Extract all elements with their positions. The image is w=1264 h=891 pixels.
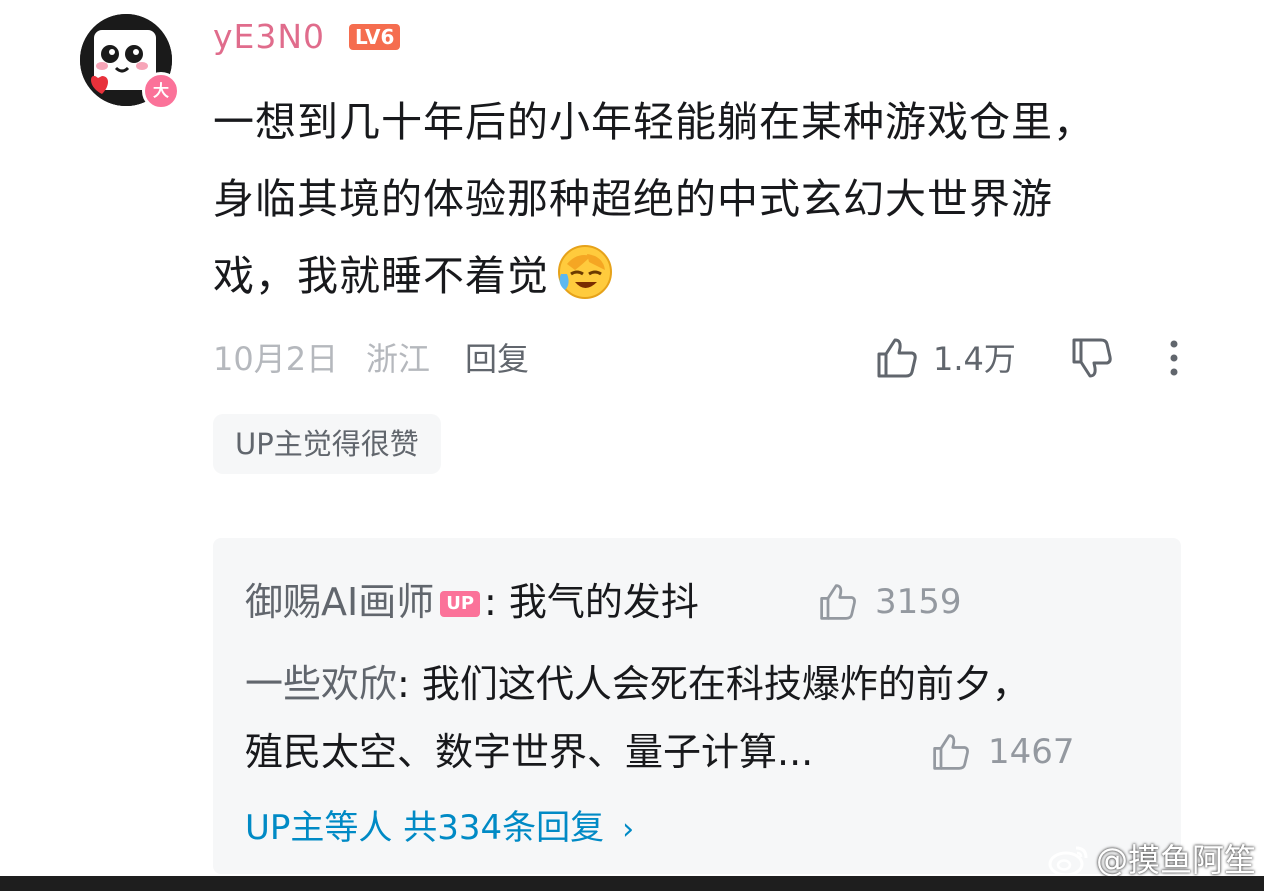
thumbs-up-icon	[820, 584, 856, 620]
thumbs-up-icon	[877, 338, 917, 378]
sub-reply: 一些欢欣: 我们这代人会死在科技爆炸的前夕，	[245, 656, 1030, 712]
sub-reply-like-count: 3159	[875, 582, 962, 622]
up-liked-tag: UP主觉得很赞	[213, 414, 441, 474]
level-badge: LV6	[349, 24, 401, 50]
comment-date: 10月2日	[213, 340, 339, 378]
sub-reply-text-line-1: 我们这代人会死在科技爆炸的前夕，	[421, 662, 1030, 706]
comment-line-3-text: 戏，我就睡不着觉	[213, 252, 549, 300]
comment-line-1: 一想到几十年后的小年轻能躺在某种游戏仓里，	[213, 98, 1095, 146]
sub-reply-like-count: 1467	[988, 732, 1075, 772]
sub-reply-continuation: 殖民太空、数字世界、量子计算...	[245, 724, 813, 780]
like-count: 1.4万	[933, 340, 1016, 378]
sub-reply-colon: :	[484, 580, 509, 624]
reply-button[interactable]: 回复	[465, 334, 529, 384]
username[interactable]: yE3N0	[213, 15, 325, 59]
view-more-replies-link[interactable]: UP主等人 共334条回复 ›	[245, 800, 634, 858]
sub-reply-author[interactable]: 御赐AI画师	[245, 580, 434, 624]
comment-text: 一想到几十年后的小年轻能躺在某种游戏仓里， 身临其境的体验那种超绝的中式玄幻大世…	[213, 84, 1173, 315]
up-badge: UP	[440, 591, 481, 617]
weibo-logo-icon	[1048, 846, 1088, 877]
thumbs-down-icon[interactable]	[1070, 336, 1114, 380]
sub-reply-text: 我气的发抖	[508, 580, 699, 624]
thumbs-up-icon	[933, 734, 969, 770]
avatar[interactable]: 大	[80, 14, 180, 110]
sub-reply-colon: :	[397, 662, 422, 706]
crying-face-emoji-icon	[558, 245, 612, 299]
sub-reply: 御赐AI画师 UP: 我气的发抖	[245, 574, 699, 630]
sub-reply-text-line-2: 殖民太空、数字世界、量子计算...	[245, 730, 814, 774]
comment-screen: 大 yE3N0 LV6 一想到几十年后的小年轻能躺在某种游戏仓里， 身临其境的体…	[0, 0, 1264, 891]
comment-location: 浙江	[366, 340, 431, 378]
more-replies-text: UP主等人 共334条回复	[245, 808, 605, 848]
more-options-icon[interactable]	[1168, 338, 1180, 378]
comment-meta-row: 10月2日 浙江 回复 1.4万	[213, 334, 1193, 384]
vip-badge: 大	[142, 72, 180, 110]
sub-replies-box[interactable]: 御赐AI画师 UP: 我气的发抖 3159 一些欢欣: 我们这代人会死在科技爆炸的…	[213, 538, 1181, 874]
chevron-right-icon: ›	[622, 812, 635, 847]
comment-line-3: 戏，我就睡不着觉	[213, 238, 1173, 315]
sub-reply-author[interactable]: 一些欢欣	[245, 662, 397, 706]
bottom-bar	[0, 876, 1264, 891]
comment-line-2: 身临其境的体验那种超绝的中式玄幻大世界游	[213, 175, 1053, 223]
